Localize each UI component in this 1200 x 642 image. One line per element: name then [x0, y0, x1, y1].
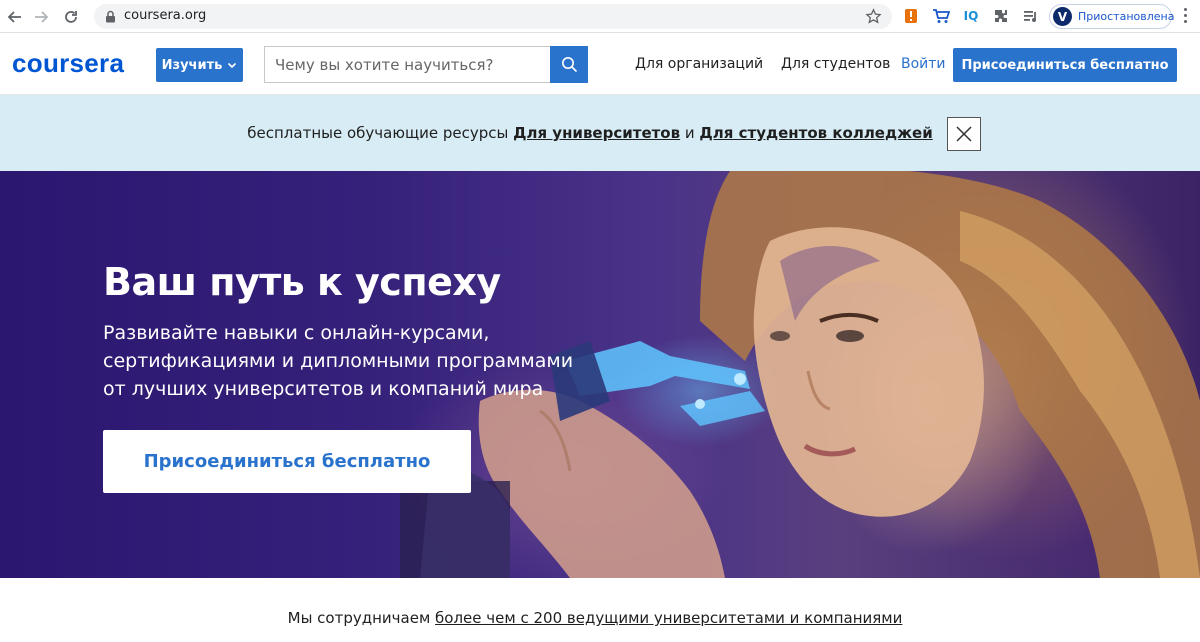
url-text: coursera.org [124, 8, 207, 23]
search-icon [561, 57, 577, 73]
cart-extension-icon[interactable] [932, 7, 950, 25]
bookmark-star-icon[interactable] [865, 8, 882, 25]
hero-title: Ваш путь к успеху [103, 260, 501, 304]
partners-prefix: Мы сотрудничаем [287, 609, 431, 627]
site-header: coursera Изучить Для организаций Для сту… [0, 33, 1200, 95]
address-bar[interactable]: coursera.org [94, 4, 892, 29]
search-input[interactable] [265, 47, 549, 82]
banner-prefix: бесплатные обучающие ресурсы [247, 124, 509, 142]
banner-connector: и [684, 124, 695, 142]
explore-label: Изучить [161, 57, 223, 73]
join-free-button[interactable]: Присоединиться бесплатно [953, 48, 1177, 82]
reload-icon [65, 11, 77, 23]
banner-close-button[interactable] [947, 117, 981, 151]
arrow-left-icon [7, 11, 21, 23]
playlist-icon[interactable] [1022, 7, 1040, 25]
hero-subtitle: Развивайте навыки с онлайн-курсами, серт… [103, 322, 574, 400]
search-button[interactable] [550, 46, 588, 83]
avatar: V [1053, 7, 1072, 26]
hero-join-button[interactable]: Присоединиться бесплатно [103, 430, 471, 493]
nav-link-organizations[interactable]: Для организаций [635, 56, 763, 72]
search-box [264, 46, 588, 83]
signin-link[interactable]: Войти [901, 56, 946, 72]
back-button[interactable] [4, 6, 26, 28]
coursera-logo[interactable]: coursera [12, 48, 124, 79]
explore-button[interactable]: Изучить [156, 48, 243, 82]
lock-icon [106, 10, 115, 23]
banner-message: бесплатные обучающие ресурсы Для универс… [0, 124, 1180, 142]
chevron-down-icon [228, 62, 237, 69]
hero-section: Ваш путь к успеху Развивайте навыки с он… [0, 171, 1200, 578]
promo-banner: бесплатные обучающие ресурсы Для универс… [0, 95, 1200, 171]
flag-extension-icon[interactable] [902, 7, 920, 25]
banner-link-college-students[interactable]: Для студентов колледжей [699, 124, 932, 142]
close-icon [956, 126, 972, 142]
profile-button[interactable]: V Приостановлена [1049, 4, 1175, 29]
browser-menu-icon[interactable] [1182, 8, 1188, 26]
nav-link-students[interactable]: Для студентов [781, 56, 890, 72]
profile-status: Приостановлена [1078, 10, 1175, 23]
browser-toolbar: coursera.org IQ V Приостановлена [0, 0, 1200, 33]
partners-line: Мы сотрудничаем более чем с 200 ведущими… [0, 609, 1190, 627]
puzzle-icon[interactable] [992, 7, 1010, 25]
forward-button[interactable] [30, 6, 52, 28]
arrow-right-icon [35, 11, 49, 23]
banner-link-universities[interactable]: Для университетов [513, 124, 680, 142]
partners-link[interactable]: более чем с 200 ведущими университетами … [435, 609, 902, 627]
reload-button[interactable] [60, 6, 82, 28]
iq-extension-icon[interactable]: IQ [962, 7, 980, 25]
